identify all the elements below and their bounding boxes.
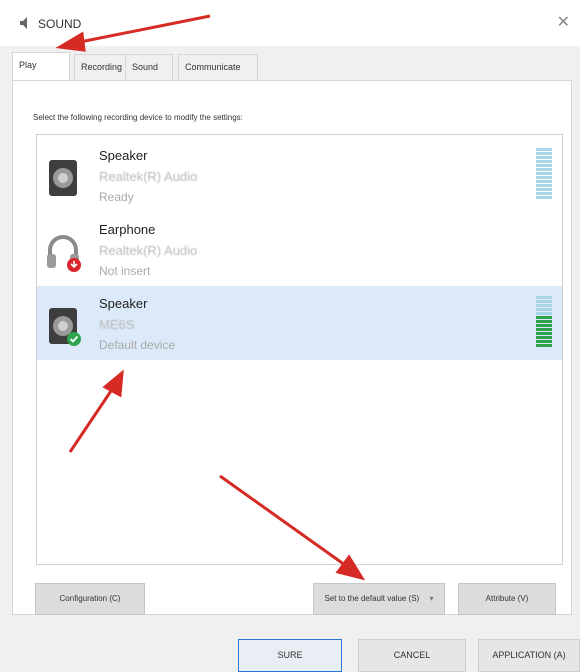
- device-status: Not insert: [99, 264, 151, 278]
- title-bar: SOUND ✕: [0, 0, 580, 46]
- device-status: Default device: [99, 338, 176, 352]
- application-button[interactable]: APPLICATION (A): [478, 639, 580, 672]
- headphones-icon: [47, 235, 81, 272]
- device-driver: Realtek(R) Audio: [99, 169, 198, 184]
- speaker-icon: [49, 160, 77, 196]
- close-icon[interactable]: ✕: [557, 12, 570, 32]
- cancel-button[interactable]: CANCEL: [358, 639, 466, 672]
- volume-level-meter: [536, 148, 552, 200]
- speaker-icon: [49, 308, 81, 346]
- device-name: Speaker: [99, 296, 148, 311]
- device-name: Earphone: [99, 222, 156, 237]
- attribute-button[interactable]: Attribute (V): [458, 583, 556, 615]
- volume-level-meter: [536, 296, 552, 348]
- device-item-earphone[interactable]: Earphone Realtek(R) Audio Not insert: [37, 212, 562, 286]
- speaker-app-icon: [20, 17, 27, 29]
- tab-communicate[interactable]: Communicate: [178, 54, 258, 80]
- configuration-button[interactable]: Configuration (C): [35, 583, 145, 615]
- instruction-text: Select the following recording device to…: [33, 113, 243, 122]
- device-item-speaker-me6s[interactable]: Speaker ME6S Default device: [37, 286, 562, 360]
- device-driver: Realtek(R) Audio: [99, 243, 198, 258]
- tab-sound[interactable]: Sound: [125, 54, 173, 80]
- set-default-label: Set to the default value (S): [324, 594, 420, 603]
- tab-recording[interactable]: Recording: [74, 54, 126, 80]
- device-item-speaker-realtek[interactable]: Speaker Realtek(R) Audio Ready: [37, 138, 562, 212]
- device-driver: ME6S: [99, 317, 135, 332]
- tab-panel: Select the following recording device to…: [12, 80, 572, 615]
- device-list[interactable]: Speaker Realtek(R) Audio Ready Earphone …: [36, 134, 563, 565]
- chevron-down-icon[interactable]: ▾: [429, 594, 433, 603]
- device-name: Speaker: [99, 148, 148, 163]
- sure-button[interactable]: SURE: [238, 639, 342, 672]
- tab-play[interactable]: Play: [12, 52, 70, 82]
- device-status: Ready: [99, 190, 134, 204]
- window-title: SOUND: [38, 17, 82, 31]
- set-default-button[interactable]: Set to the default value (S) ▾: [313, 583, 445, 615]
